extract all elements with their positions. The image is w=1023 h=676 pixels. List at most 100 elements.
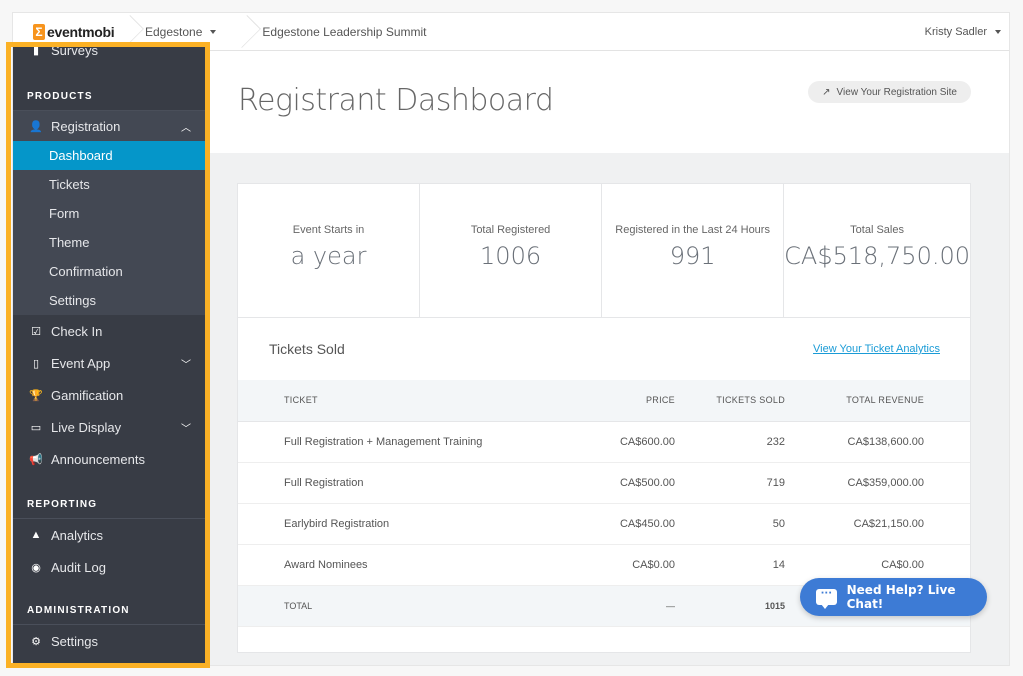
trophy-icon: 🏆: [29, 389, 43, 402]
page-title: Registrant Dashboard: [238, 83, 554, 118]
live-chat-label: Need Help? Live Chat!: [846, 583, 956, 611]
add-user-icon: 👤: [29, 120, 43, 133]
sidebar-item-surveys[interactable]: ▮ Surveys: [13, 43, 205, 65]
view-registration-site-button[interactable]: ↗ View Your Registration Site: [808, 81, 971, 103]
user-menu[interactable]: Kristy Sadler: [925, 13, 1001, 51]
table-row: Earlybird Registration CA$450.00 50 CA$2…: [238, 503, 970, 545]
cell-price: CA$500.00: [555, 462, 675, 504]
sidebar-item-registration[interactable]: 👤 Registration ︿: [13, 111, 205, 141]
stat-value: 991: [669, 242, 716, 270]
cell-revenue: CA$138,600.00: [785, 421, 970, 463]
sidebar-item-check-in[interactable]: ☑ Check In: [13, 315, 205, 347]
section-title-reporting: REPORTING: [27, 499, 98, 510]
tickets-header: Tickets Sold View Your Ticket Analytics: [238, 318, 970, 380]
sidebar-subitem-dashboard[interactable]: Dashboard: [13, 141, 205, 170]
audit-log-icon: ◉: [31, 561, 41, 574]
column-header-tickets-sold[interactable]: TICKETS SOLD: [675, 380, 785, 422]
cell-ticket: Full Registration: [238, 462, 555, 504]
section-title-products: PRODUCTS: [27, 91, 93, 102]
ticket-analytics-link[interactable]: View Your Ticket Analytics: [813, 343, 940, 355]
table-header-row: TICKET PRICE TICKETS SOLD TOTAL REVENUE: [238, 380, 970, 422]
column-header-total-revenue[interactable]: TOTAL REVENUE: [785, 380, 970, 422]
section-title-administration: ADMINISTRATION: [27, 605, 130, 616]
stat-label: Registered in the Last 24 Hours: [615, 224, 770, 236]
chevron-up-icon: ︿: [181, 122, 191, 134]
cell-total-label: TOTAL: [238, 585, 555, 627]
tickets-title: Tickets Sold: [269, 341, 345, 357]
surveys-icon: ▮: [32, 44, 40, 57]
cell-sold: 50: [675, 503, 785, 545]
sidebar-item-label: Check In: [51, 323, 103, 339]
column-header-ticket[interactable]: TICKET: [238, 380, 555, 422]
cell-revenue: CA$21,150.00: [785, 503, 970, 545]
stat-total-registered: Total Registered 1006: [420, 184, 603, 317]
user-name: Kristy Sadler: [924, 26, 987, 38]
chevron-down-icon: ﹀: [181, 423, 191, 435]
live-display-icon: ▭: [30, 421, 42, 434]
sidebar-item-audit-log[interactable]: ◉ Audit Log: [13, 551, 205, 583]
chat-bubble-icon: ···: [816, 589, 837, 609]
gear-icon: ⚙: [31, 635, 41, 648]
sidebar-item-live-display[interactable]: ▭ Live Display ﹀: [13, 411, 205, 443]
cell-sold: 14: [675, 544, 785, 586]
breadcrumb-separator: [238, 13, 250, 51]
cell-total-price: —: [555, 585, 675, 627]
sidebar-subitem-form[interactable]: Form: [13, 199, 205, 228]
cell-price: CA$600.00: [555, 421, 675, 463]
stat-event-starts: Event Starts in a year: [238, 184, 421, 317]
live-chat-button[interactable]: ··· Need Help? Live Chat!: [800, 578, 987, 616]
sidebar-subitem-settings[interactable]: Settings: [13, 286, 205, 315]
cell-ticket: Earlybird Registration: [238, 503, 555, 545]
app-frame: Σ eventmobi Edgestone Edgestone Leadersh…: [12, 12, 1010, 666]
sidebar-item-label: Gamification: [51, 387, 124, 403]
view-registration-site-label: View Your Registration Site: [836, 86, 957, 98]
sidebar-subitem-theme[interactable]: Theme: [13, 228, 205, 257]
sidebar-item-analytics[interactable]: ▲ Analytics: [13, 519, 205, 551]
cell-sold: 232: [675, 421, 785, 463]
stat-value: a year: [290, 242, 367, 270]
cell-price: CA$450.00: [555, 503, 675, 545]
cell-sold: 719: [675, 462, 785, 504]
cell-ticket: Full Registration + Management Training: [238, 421, 555, 463]
sidebar-item-gamification[interactable]: 🏆 Gamification: [13, 379, 205, 411]
caret-down-icon: [995, 30, 1001, 34]
event-app-icon: ▯: [32, 357, 40, 370]
check-in-icon: ☑: [31, 325, 41, 338]
stat-total-sales: Total Sales CA$518,750.00: [784, 184, 970, 317]
stat-label: Total Registered: [470, 224, 551, 236]
sidebar-item-label: Live Display: [51, 419, 122, 435]
sidebar-subitem-tickets[interactable]: Tickets: [13, 170, 205, 199]
cell-price: CA$0.00: [555, 544, 675, 586]
registration-submenu: Dashboard Tickets Form Theme Confirmatio…: [13, 141, 205, 315]
logo-text: eventmobi: [47, 23, 115, 40]
cell-ticket: Award Nominees: [238, 544, 555, 586]
stats-row: Event Starts in a year Total Registered …: [238, 184, 970, 318]
sidebar-item-announcements[interactable]: 📢 Announcements: [13, 443, 205, 475]
breadcrumb-event-label: Edgestone Leadership Summit: [262, 24, 427, 39]
chevron-down-icon: ﹀: [181, 359, 191, 371]
breadcrumb-org-label: Edgestone: [145, 24, 203, 39]
sidebar-item-label: Analytics: [51, 527, 104, 543]
sidebar: ▮ Surveys PRODUCTS 👤 Registration ︿ Dash…: [13, 43, 205, 665]
table-row: Full Registration + Management Training …: [238, 421, 970, 463]
sidebar-item-event-app[interactable]: ▯ Event App ﹀: [13, 347, 205, 379]
caret-down-icon: [210, 29, 217, 34]
sidebar-item-label: Announcements: [51, 451, 145, 467]
table-row: Full Registration CA$500.00 719 CA$359,0…: [238, 462, 970, 504]
sidebar-item-label: Audit Log: [51, 559, 106, 575]
stat-registered-24h: Registered in the Last 24 Hours 991: [602, 184, 785, 317]
stat-label: Total Sales: [850, 224, 904, 236]
external-link-icon: ↗: [822, 86, 831, 98]
sidebar-item-label: Surveys: [51, 43, 98, 58]
breadcrumb-event[interactable]: Edgestone Leadership Summit: [238, 13, 448, 51]
cell-total-sold: 1015: [675, 585, 785, 627]
sidebar-item-settings[interactable]: ⚙ Settings: [13, 625, 205, 657]
sidebar-item-label: Registration: [51, 118, 121, 134]
stat-value: 1006: [480, 242, 542, 270]
cell-revenue: CA$359,000.00: [785, 462, 970, 504]
sidebar-subitem-confirmation[interactable]: Confirmation: [13, 257, 205, 286]
column-header-price[interactable]: PRICE: [555, 380, 675, 422]
megaphone-icon: 📢: [29, 453, 43, 466]
eventmobi-logo-icon: Σ: [33, 23, 45, 40]
stat-value: CA$518,750.00: [784, 242, 970, 270]
